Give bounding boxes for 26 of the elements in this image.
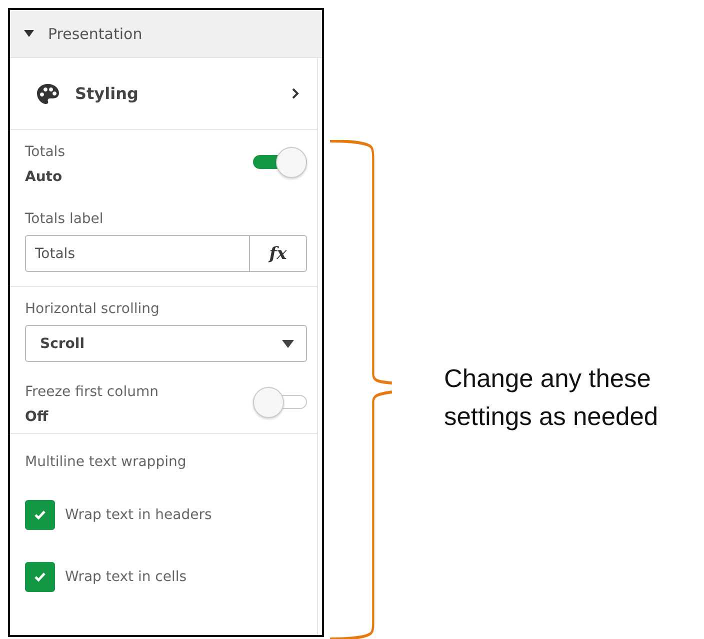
dropdown-caret-icon <box>282 340 294 348</box>
styling-row[interactable]: Styling <box>10 58 317 130</box>
checkbox-label: Wrap text in headers <box>65 507 212 523</box>
toggle-switch[interactable] <box>253 147 307 179</box>
expression-button[interactable]: fx <box>249 235 307 272</box>
annotation-text: Change any these settings as needed <box>444 364 660 433</box>
checkbox[interactable] <box>25 500 55 530</box>
multiline-label: Multiline text wrapping <box>25 454 188 470</box>
totals-label-caption: Totals label <box>25 211 104 227</box>
styling-label: Styling <box>75 84 140 103</box>
toggle-switch[interactable] <box>253 387 307 419</box>
totals-label: Totals <box>25 144 65 160</box>
checkbox[interactable] <box>25 562 55 592</box>
freeze-column-value: Off <box>25 409 50 425</box>
freeze-column-label: Freeze first column <box>25 384 158 400</box>
section-title: Presentation <box>48 24 142 42</box>
totals-label-field[interactable]: Totals <box>25 235 249 272</box>
checkbox-label: Wrap text in cells <box>65 569 187 585</box>
totals-value: Auto <box>25 169 64 185</box>
section-header[interactable]: Presentation <box>10 10 322 58</box>
scrolling-dropdown[interactable]: Scroll <box>25 325 307 362</box>
chevron-right-icon <box>292 88 299 99</box>
check-icon <box>34 572 46 582</box>
horizontal-scrolling-label: Horizontal scrolling <box>25 301 160 317</box>
palette-icon <box>37 84 59 104</box>
check-icon <box>34 510 46 520</box>
